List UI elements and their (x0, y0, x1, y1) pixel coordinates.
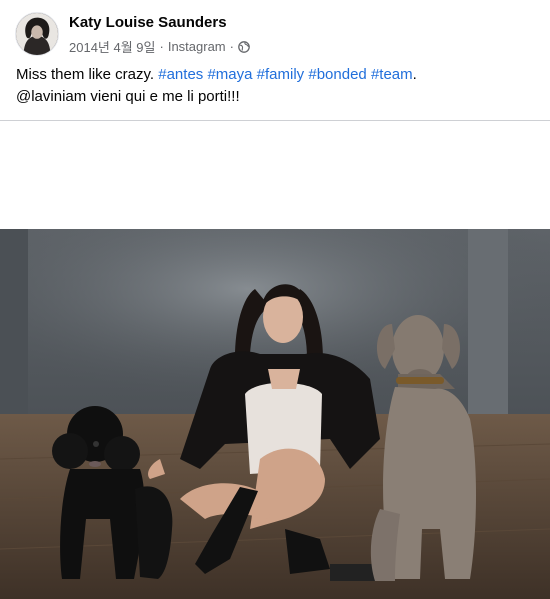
post-text-period: . (412, 66, 417, 83)
author-avatar[interactable] (15, 12, 59, 56)
post-text-line2: @laviniam vieni qui e me li porti!!! (16, 88, 240, 105)
post-meta: 2014년 4월 9일 · Instagram · (69, 37, 250, 56)
hashtag-link[interactable]: #bonded (308, 66, 366, 83)
hashtag-link[interactable]: #maya (207, 66, 252, 83)
hashtag-link[interactable]: #team (371, 66, 413, 83)
post-photo[interactable] (0, 229, 550, 599)
author-name[interactable]: Katy Louise Saunders (69, 14, 227, 31)
divider (0, 120, 550, 121)
post-header: Katy Louise Saunders 2014년 4월 9일 · Insta… (0, 0, 550, 62)
post-text-plain: Miss them like crazy. (16, 66, 159, 83)
photo-image (0, 229, 550, 599)
hashtag-link[interactable]: #family (257, 66, 305, 83)
avatar-image (16, 13, 58, 55)
meta-separator: · (159, 39, 164, 54)
meta-separator: · (229, 39, 234, 54)
globe-icon[interactable] (238, 40, 250, 53)
post-text: Miss them like crazy. #antes #maya #fami… (16, 64, 536, 108)
post-text-line1: Miss them like crazy. #antes #maya #fami… (16, 64, 536, 86)
post-source: Instagram (167, 39, 226, 54)
hashtag-link[interactable]: #antes (158, 66, 203, 83)
post-date[interactable]: 2014년 4월 9일 (69, 37, 155, 56)
